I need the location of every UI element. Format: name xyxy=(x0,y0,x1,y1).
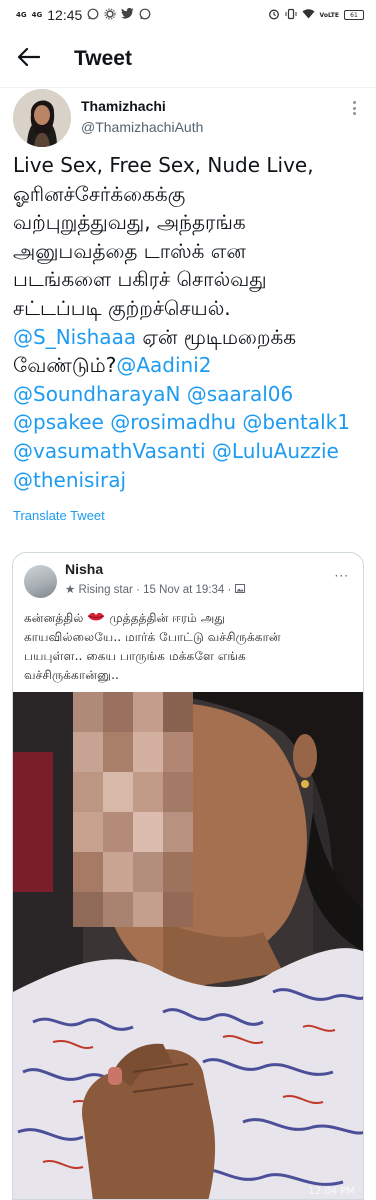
mention-link[interactable]: @Aadini2 xyxy=(116,353,211,377)
tweet-text-line: வேண்டும்?@Aadini2 xyxy=(13,351,369,380)
tweet-text-segment: சட்டப்படி குற்றச்செயல். xyxy=(13,295,231,320)
tweet-author: Thamizhachi @ThamizhachiAuth xyxy=(0,88,376,150)
tweet-text-segment: வற்புறுத்துவது, அந்தரங்க xyxy=(13,210,246,235)
embedded-post-text-segment: முத்தத்தின் ஈரம் அது xyxy=(105,611,225,625)
tweet-text-line: @SoundharayaN @saaral06 xyxy=(13,380,369,409)
volte-indicator: VoLTE xyxy=(319,11,339,19)
tweet-text-segment: படங்களை பகிரச் சொல்வது xyxy=(13,267,267,292)
embedded-post-badge: Rising star xyxy=(78,584,133,596)
tweet-text: Live Sex, Free Sex, Nude Live, ஓரினச்சேர்… xyxy=(13,151,369,494)
author-name[interactable]: Thamizhachi xyxy=(81,98,166,114)
embedded-post-meta: ★ Rising star · 15 Nov at 19:34 · xyxy=(65,582,245,596)
tweet-media-image[interactable]: Nisha ★ Rising star · 15 Nov at 19:34 · … xyxy=(12,552,364,1200)
tweet-text-line: படங்களை பகிரச் சொல்வது xyxy=(13,265,369,294)
tweet-text-line: @vasumathVasanti @LuluAuzzie xyxy=(13,437,369,466)
tweet-text-segment: ஏன் மூடிமறைக்க xyxy=(136,324,297,349)
tweet-text-segment: ஓரினச்சேர்க்கைக்கு xyxy=(13,181,186,206)
tweet-text-line: Live Sex, Free Sex, Nude Live, xyxy=(13,151,369,180)
avatar[interactable] xyxy=(13,89,71,147)
battery-level: 61 xyxy=(350,11,358,19)
mention-link[interactable]: @S_Nishaaa xyxy=(13,325,136,349)
whatsapp-icon xyxy=(139,8,151,23)
alarm-icon xyxy=(268,8,280,23)
tweet-text-segment: வேண்டும்? xyxy=(13,353,117,378)
tweet-text-segment: Live Sex, Free Sex, Nude Live, xyxy=(13,153,314,177)
more-vertical-icon[interactable] xyxy=(346,100,362,116)
star-icon: ★ xyxy=(65,584,79,596)
tweet-text-segment: அனுபவத்தை டாஸ்க் என xyxy=(13,238,246,263)
mention-link[interactable]: @SoundharayaN @saaral06 xyxy=(13,382,293,406)
vibrate-icon xyxy=(285,8,297,23)
embedded-post-date: 15 Nov at 19:34 xyxy=(143,584,225,596)
photo-timestamp: 12:04 PM xyxy=(308,1186,355,1197)
embedded-post-author: Nisha xyxy=(65,561,104,577)
tweet-text-line: @psakee @rosimadhu @bentalk1 xyxy=(13,408,369,437)
tweet-text-line: அனுபவத்தை டாஸ்க் என xyxy=(13,237,369,266)
mention-link[interactable]: @vasumathVasanti @LuluAuzzie xyxy=(13,439,339,463)
embedded-post-text-segment: பயபுள்ள.. கைய பாருங்க மக்களே எங்க xyxy=(24,649,246,663)
embedded-post-avatar xyxy=(24,565,57,598)
tweet-text-line: சட்டப்படி குற்றச்செயல். xyxy=(13,294,369,323)
kiss-lips-icon xyxy=(87,610,105,622)
wifi-icon xyxy=(302,8,315,22)
meta-separator: · xyxy=(227,584,232,596)
embedded-post-text: கன்னத்தில் முத்தத்தின் ஈரம் அது காயவில்லை… xyxy=(24,609,354,685)
whatsapp-icon xyxy=(87,8,99,23)
page-title: Tweet xyxy=(74,46,132,70)
tweet-text-line: @S_Nishaaa ஏன் மூடிமறைக்க xyxy=(13,323,369,352)
status-bar: 4G 4G 12:45 VoLTE 61 xyxy=(0,0,376,30)
tweet-text-line: வற்புறுத்துவது, அந்தரங்க xyxy=(13,208,369,237)
embedded-post-text-segment: கன்னத்தில் xyxy=(24,611,88,625)
network-indicator-2: 4G xyxy=(31,10,43,19)
settings-icon xyxy=(104,8,116,23)
tweet-text-line: ஓரினச்சேர்க்கைக்கு xyxy=(13,180,369,209)
embedded-post-text-line: காயவில்லையே.. மார்க் போட்டு வச்சிருக்கான… xyxy=(24,628,354,647)
embedded-post-more: ··· xyxy=(334,569,349,583)
embedded-post-text-segment: வச்சிருக்கான்னு.. xyxy=(24,668,119,682)
translate-tweet-link[interactable]: Translate Tweet xyxy=(13,508,105,523)
author-handle[interactable]: @ThamizhachiAuth xyxy=(81,119,203,135)
top-app-bar: Tweet xyxy=(0,30,376,88)
tweet-text-line: @thenisiraj xyxy=(13,466,369,495)
clock: 12:45 xyxy=(47,7,83,23)
embedded-post-text-line: வச்சிருக்கான்னு.. xyxy=(24,666,354,685)
mention-link[interactable]: @thenisiraj xyxy=(13,468,126,492)
embedded-post-text-line: கன்னத்தில் முத்தத்தின் ஈரம் அது xyxy=(24,609,354,628)
twitter-icon xyxy=(121,7,134,22)
back-button[interactable] xyxy=(0,30,58,88)
arrow-left-icon xyxy=(17,47,41,70)
mention-link[interactable]: @psakee @rosimadhu @bentalk1 xyxy=(13,410,350,434)
photo-icon xyxy=(234,584,245,596)
embedded-post-text-line: பயபுள்ள.. கைய பாருங்க மக்களே எங்க xyxy=(24,647,354,666)
meta-separator: · xyxy=(136,584,140,596)
network-indicator-1: 4G xyxy=(16,10,27,19)
embedded-post-text-segment: காயவில்லையே.. மார்க் போட்டு வச்சிருக்கான… xyxy=(24,630,281,644)
battery-icon: 61 xyxy=(344,10,364,20)
pixelated-face-photo: 12:04 PM xyxy=(13,692,363,1199)
